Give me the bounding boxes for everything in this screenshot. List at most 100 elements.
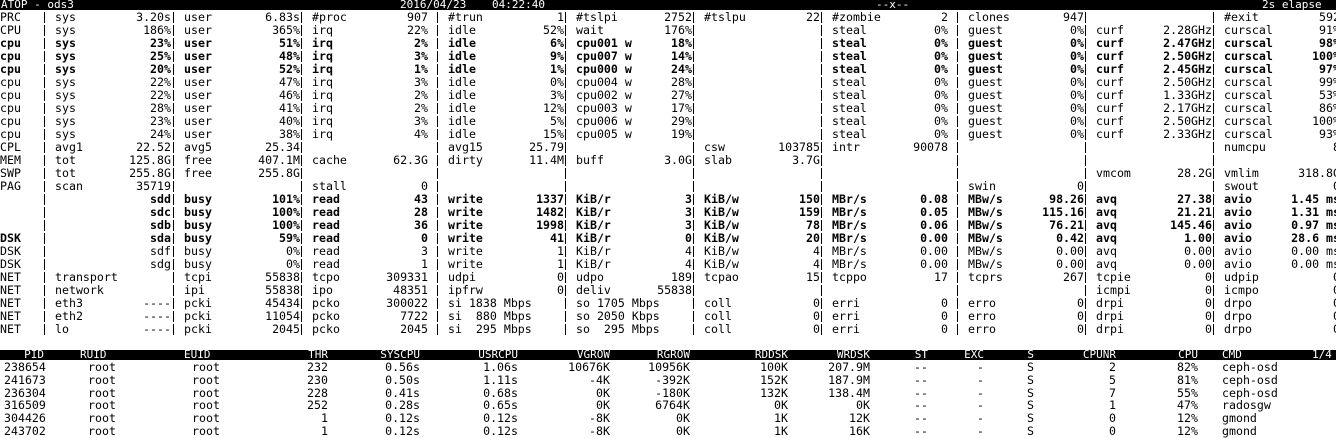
stat-row: SWP tot 255.8G free 255.8G vmcom 28.2G vmlim 318… (0, 167, 1336, 180)
column-header-vgrow: VGROW (576, 348, 610, 361)
stat-value: 15 (806, 270, 820, 284)
table-cell: 12% (1177, 424, 1198, 438)
column-header-st: ST (914, 348, 928, 361)
stat-key: so 295 Mbps (576, 322, 660, 336)
table-cell: gmond (1222, 424, 1257, 438)
stat-value: 318.8G (1298, 166, 1336, 180)
stat-value: 0% (1070, 127, 1084, 141)
stat-cell: intr 90078 (821, 141, 948, 154)
stat-value: 0 (1205, 322, 1212, 336)
stat-key: pcki (184, 322, 212, 336)
stat-row-label: PAG (0, 179, 21, 193)
stat-value: 267 (1063, 270, 1084, 284)
column-header-pid: PID (24, 348, 44, 361)
stat-value: 62.3G (393, 153, 428, 167)
column-header-syscpu: SYSCPU (380, 348, 420, 361)
table-cell: -- (914, 424, 928, 438)
column-header-rgrow: RGROW (656, 348, 690, 361)
stat-key: tcpao (704, 270, 739, 284)
stat-cell: cpu005 w 19% (565, 127, 692, 141)
table-row[interactable]: 243702 root root 1 0.12s 0.12s -8K 0K 1K 16K -- - S 0… (0, 425, 1336, 438)
stat-value: sdg (150, 257, 171, 271)
table-cell: root (88, 424, 116, 438)
stat-key: curf (1096, 127, 1124, 141)
column-header-cpunr: CPUNR (1082, 348, 1116, 361)
time: 04:22:40 (492, 0, 545, 10)
stat-cell: coll 0 (693, 322, 820, 336)
stat-value: ---- (143, 322, 171, 336)
stat-key: tcppo (832, 270, 867, 284)
stat-key: cache (312, 153, 347, 167)
stat-key: vmcom (1096, 166, 1131, 180)
table-cell: 1 (1109, 398, 1116, 413)
page-indicator: 1/4 (1312, 348, 1332, 361)
table-cell: -- (914, 372, 928, 387)
table-row[interactable]: 241673 root root 230 0.50s 1.11s -4K -392K 152K 1… (0, 372, 1336, 387)
stat-cell (1085, 141, 1212, 154)
stat-value: 2045 (272, 322, 300, 336)
stat-value: 0 (1077, 322, 1084, 336)
stat-value: 2045 (400, 322, 428, 336)
stat-key: numcpu (1224, 140, 1266, 154)
stat-cell: irq 4% (301, 127, 428, 141)
stat-row-label: NET (0, 322, 21, 336)
stat-row: NET lo ---- pcki 2045 pcko 2045 si 295 Mbps so 2… (0, 323, 1336, 336)
stat-value: 255.8G (258, 166, 300, 180)
stat-cell (693, 89, 820, 102)
column-header-usrcpu: USRCPU (478, 348, 518, 361)
column-header-euid: EUID (184, 348, 211, 361)
table-cell: 81% (1177, 372, 1198, 387)
table-cell: 2 (1109, 360, 1116, 374)
stat-cell (693, 63, 820, 76)
table-cell: -4K (589, 372, 610, 387)
column-header-wrdsk: WRDSK (836, 348, 870, 361)
stat-key: #tslpu (704, 10, 746, 24)
stat-cell: dirty 11.4M (437, 153, 564, 167)
table-cell: 152K (760, 372, 788, 387)
stat-value: 11.4M (529, 153, 564, 167)
window-title: ATOP - ods3 (1, 0, 74, 10)
column-header-thr: THR (308, 348, 328, 361)
column-header-ruid: RUID (80, 348, 107, 361)
table-cell: 0K (676, 424, 690, 438)
stat-key: cpu005 w (576, 127, 632, 141)
column-header-cmd: CMD (1222, 348, 1242, 361)
table-cell: 1K (774, 424, 788, 438)
stat-key: coll (704, 322, 732, 336)
stat-cell (693, 24, 820, 37)
stat-value: 0 (557, 283, 564, 297)
stat-value: 4% (414, 127, 428, 141)
table-cell: 0.12s (483, 424, 518, 438)
stat-cell: curf 2.33GHz (1085, 127, 1212, 141)
stat-cell: erri 0 (821, 323, 948, 336)
stat-value: 55838 (657, 283, 692, 297)
stat-value: 3.7G (792, 153, 820, 167)
stat-cell (821, 167, 948, 180)
table-cell: 0.12s (385, 424, 420, 438)
table-cell: -392K (655, 372, 690, 387)
stat-cell: numcpu8 (1213, 140, 1336, 154)
table-cell: ceph-osd (1222, 372, 1278, 387)
stat-value: 19% (671, 127, 692, 141)
process-table-header: PID RUID EUID THR SYSCPU USRCPU VGROW RGROW RDDS… (0, 348, 1336, 361)
table-cell: root (192, 372, 220, 387)
stat-key: buff (576, 153, 604, 167)
stat-value: 22 (806, 10, 820, 24)
stat-key: erro (968, 322, 996, 336)
stat-key: tcprs (968, 270, 1003, 284)
stat-key: free (184, 166, 212, 180)
table-cell: 187.9M (828, 372, 870, 387)
stat-cell: si 295 Mbps (437, 322, 564, 336)
title-bar: ATOP - ods3 2016/04/23 04:22:40 --x-- 2s… (0, 0, 1336, 10)
stat-key: dirty (448, 153, 483, 167)
stat-cell (565, 167, 692, 180)
stat-value: 17 (934, 270, 948, 284)
stat-key: si 295 Mbps (448, 322, 532, 336)
stat-cell (693, 50, 820, 63)
stat-key: slab (704, 153, 732, 167)
stat-cell: guest 0% (957, 127, 1084, 141)
flags: --x-- (876, 0, 910, 10)
table-cell: 0 (1109, 411, 1116, 426)
stat-cell (957, 154, 1084, 167)
table-cell: 241673 (4, 372, 46, 387)
